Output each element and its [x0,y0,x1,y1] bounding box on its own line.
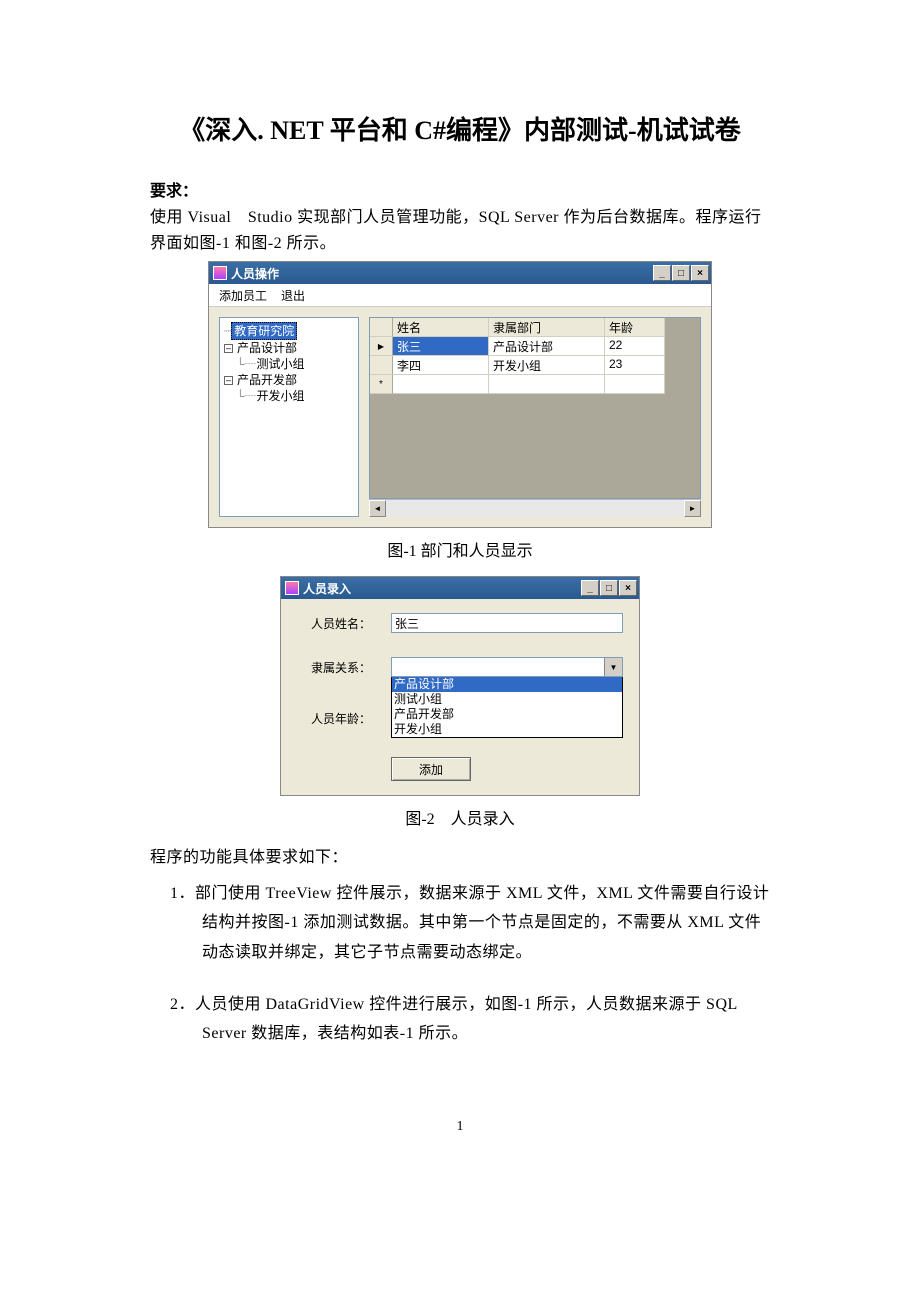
requirements-list: 1．部门使用 TreeView 控件展示，数据来源于 XML 文件，XML 文件… [170,879,770,1049]
option-design[interactable]: 产品设计部 [392,677,622,692]
requirements-intro: 程序的功能具体要求如下： [150,845,770,871]
requirement-1: 1．部门使用 TreeView 控件展示，数据来源于 XML 文件，XML 文件… [170,879,770,968]
form-body: 人员姓名： 张三 隶属关系： ▼ 产品设计部 测试小组 产品开发部 开发小组 [281,599,639,795]
grid-row-new[interactable] [370,375,700,394]
option-dev-team[interactable]: 开发小组 [392,722,622,737]
cell-age[interactable]: 22 [605,337,665,356]
label-name: 人员姓名： [311,613,391,632]
combo-text[interactable] [392,658,604,676]
option-dev[interactable]: 产品开发部 [392,707,622,722]
cell[interactable] [489,375,605,394]
department-tree[interactable]: ┈教育研究院 –产品设计部 └┈测试小组 –产品开发部 └┈开发小组 [219,317,359,517]
grid-row-2[interactable]: 李四 开发小组 23 [370,356,700,375]
col-name[interactable]: 姓名 [393,318,489,337]
cell-dept[interactable]: 产品设计部 [489,337,605,356]
cell-name[interactable]: 李四 [393,356,489,375]
input-name[interactable]: 张三 [391,613,623,633]
figure2-caption: 图-2 人员录入 [150,805,770,829]
col-dept[interactable]: 隶属部门 [489,318,605,337]
tree-root[interactable]: ┈教育研究院 [224,322,354,340]
row-header-new[interactable] [370,375,393,394]
label-relation: 隶属关系： [311,657,391,676]
tree-node-design[interactable]: –产品设计部 [224,340,354,356]
horizontal-scrollbar[interactable]: ◄ ► [369,499,701,517]
close-button[interactable]: × [691,265,709,281]
cell[interactable] [393,375,489,394]
person-grid[interactable]: 姓名 隶属部门 年龄 张三 产品设计部 22 李四 开发小组 23 [369,317,701,499]
titlebar[interactable]: 人员录入 _ □ × [281,577,639,599]
label-age: 人员年龄： [311,708,391,727]
requirements-label: 要求： [150,177,770,201]
window-person-entry: 人员录入 _ □ × 人员姓名： 张三 隶属关系： ▼ 产品设计部 [281,577,639,795]
cell-dept[interactable]: 开发小组 [489,356,605,375]
close-button[interactable]: × [619,580,637,596]
grid-row-1[interactable]: 张三 产品设计部 22 [370,337,700,356]
cell-name[interactable]: 张三 [393,337,489,356]
scroll-left-button[interactable]: ◄ [369,500,386,517]
menu-add-employee[interactable]: 添加员工 [219,287,267,304]
maximize-button[interactable]: □ [600,580,618,596]
menu-bar: 添加员工 退出 [209,284,711,307]
combo-box[interactable]: ▼ [391,657,623,677]
titlebar[interactable]: 人员操作 _ □ × [209,262,711,284]
requirement-2: 2．人员使用 DataGridView 控件进行展示，如图-1 所示，人员数据来… [170,990,770,1049]
row-header[interactable] [370,337,393,356]
document-page: 《深入. NET 平台和 C#编程》内部测试-机试试卷 要求： 使用 Visua… [0,0,920,1195]
figure1-caption: 图-1 部门和人员显示 [150,537,770,561]
dropdown-icon[interactable]: ▼ [604,658,622,676]
cell-age[interactable]: 23 [605,356,665,375]
window-title: 人员录入 [303,580,580,597]
scroll-track[interactable] [386,500,684,517]
maximize-button[interactable]: □ [672,265,690,281]
tree-node-test-team[interactable]: └┈测试小组 [224,356,354,372]
row-header[interactable] [370,356,393,375]
tree-node-dev[interactable]: –产品开发部 [224,372,354,388]
row-name: 人员姓名： 张三 [311,613,623,633]
minimize-button[interactable]: _ [653,265,671,281]
grid-wrap: 姓名 隶属部门 年龄 张三 产品设计部 22 李四 开发小组 23 [369,317,701,517]
intro-text: 使用 Visual Studio 实现部门人员管理功能，SQL Server 作… [150,205,770,256]
app-icon [213,266,227,280]
row-header-corner[interactable] [370,318,393,337]
cell[interactable] [605,375,665,394]
page-title: 《深入. NET 平台和 C#编程》内部测试-机试试卷 [150,110,770,147]
grid-header: 姓名 隶属部门 年龄 [370,318,700,337]
app-icon [285,581,299,595]
option-test-team[interactable]: 测试小组 [392,692,622,707]
window-person-ops: 人员操作 _ □ × 添加员工 退出 ┈教育研究院 –产品设计部 └┈测试小组 … [209,262,711,527]
menu-quit[interactable]: 退出 [281,287,305,304]
combo-dropdown[interactable]: 产品设计部 测试小组 产品开发部 开发小组 [391,677,623,738]
page-number: 1 [150,1119,770,1135]
col-age[interactable]: 年龄 [605,318,665,337]
minimize-button[interactable]: _ [581,580,599,596]
window-body: ┈教育研究院 –产品设计部 └┈测试小组 –产品开发部 └┈开发小组 姓名 隶属… [209,307,711,527]
combo-relation[interactable]: ▼ 产品设计部 测试小组 产品开发部 开发小组 [391,657,623,738]
scroll-right-button[interactable]: ► [684,500,701,517]
tree-node-dev-team[interactable]: └┈开发小组 [224,388,354,404]
window-title: 人员操作 [231,265,652,282]
add-button[interactable]: 添加 [391,757,471,781]
